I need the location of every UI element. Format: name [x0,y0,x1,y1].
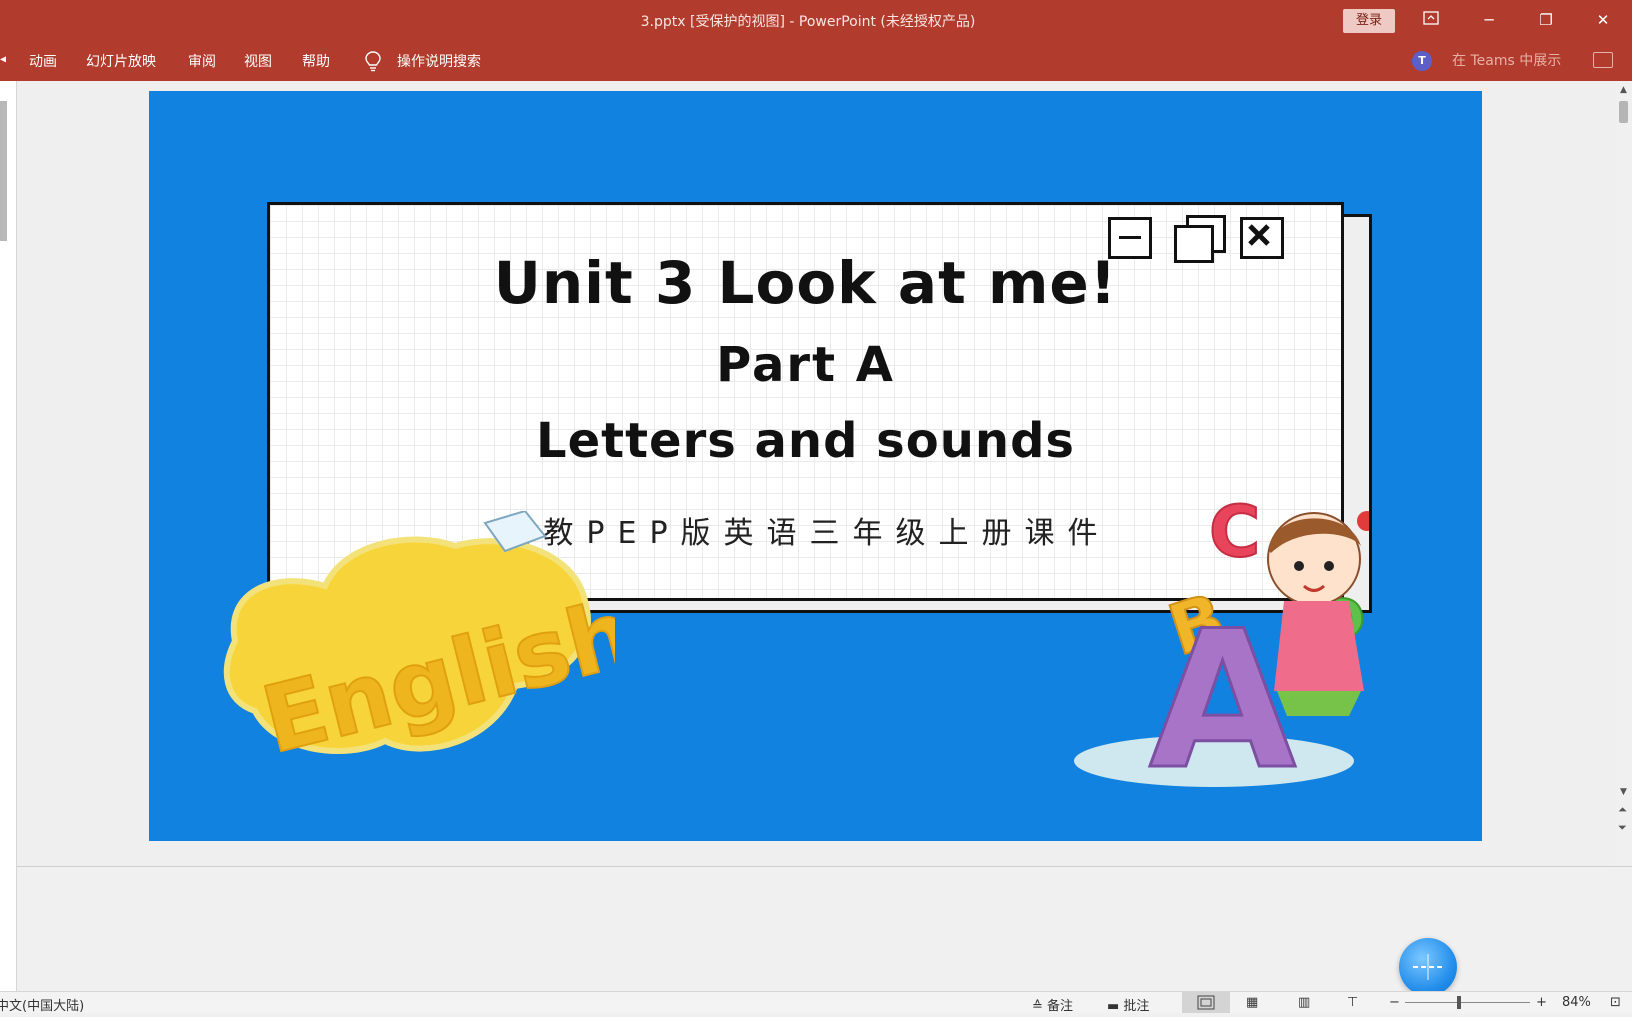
tab-slideshow[interactable]: 幻灯片放映 [86,51,156,71]
deco-restore-icon [1174,215,1226,263]
slide-subtitle: Letters and sounds [536,413,1075,469]
notes-toggle[interactable]: ≙ 备注 [1032,995,1073,1014]
fit-to-window-icon[interactable]: ⊡ [1610,995,1621,1010]
tell-me-search[interactable]: 操作说明搜索 [397,51,481,71]
minimize-button[interactable]: ─ [1466,0,1512,40]
restore-button[interactable]: ❐ [1523,0,1569,40]
scrollbar-thumb[interactable] [1619,101,1628,123]
title-bar: 3.pptx [受保护的视图] - PowerPoint (未经授权产品) 登录… [0,0,1632,40]
comments-toggle[interactable]: ▬ 批注 [1107,995,1149,1014]
slideshow-view-icon[interactable]: ⊤ [1347,995,1358,1010]
tab-animations[interactable]: 动画 [29,51,57,71]
scroll-down-icon[interactable]: ▼ [1620,787,1627,797]
zoom-in-button[interactable]: + [1536,995,1547,1010]
comment-icon[interactable] [1593,52,1613,68]
vertical-scrollbar[interactable]: ▲ ▼ ⏶ ⏷ [1615,81,1632,866]
floating-assistant-button[interactable] [1399,938,1457,996]
zoom-out-button[interactable]: − [1389,995,1400,1010]
tab-partial[interactable]: ◂ [0,51,6,67]
present-in-teams-button[interactable]: 在 Teams 中展示 [1452,50,1561,70]
tab-review[interactable]: 审阅 [188,51,216,71]
reading-view-icon[interactable]: ▥ [1298,995,1310,1010]
tab-view[interactable]: 视图 [244,51,272,71]
login-button[interactable]: 登录 [1343,9,1395,33]
ribbon-tabs: ◂ 动画 幻灯片放映 审阅 视图 帮助 操作说明搜索 T 在 Teams 中展示 [0,40,1632,81]
zoom-slider[interactable] [1405,996,1530,1009]
deco-close-icon [1240,217,1284,259]
tab-help[interactable]: 帮助 [302,51,330,71]
letter-a: A [1149,590,1296,791]
scroll-up-icon[interactable]: ▲ [1620,85,1627,95]
deco-minimize-icon [1108,217,1152,259]
previous-slide-icon[interactable]: ⏶ [1618,803,1627,817]
close-button[interactable]: ✕ [1580,0,1626,40]
abcd-girl-illustration: C B D A [1049,490,1377,813]
normal-view-button[interactable] [1182,992,1230,1013]
next-slide-icon[interactable]: ⏷ [1618,821,1627,835]
teams-icon[interactable]: T [1412,51,1432,71]
language-indicator[interactable]: 中文(中国大陆) [0,995,84,1014]
zoom-level[interactable]: 84% [1562,995,1591,1010]
status-bar: 中文(中国大陆) ≙ 备注 ▬ 批注 ▦ ▥ ⊤ − + 84% ⊡ [0,991,1632,1014]
notes-area[interactable] [17,866,1632,992]
english-logo: English [215,509,646,775]
thumbnail-rail [0,81,17,991]
rail-scrollbar-thumb[interactable] [0,101,7,241]
ribbon-display-icon[interactable] [1408,0,1454,40]
letter-c: C [1209,491,1260,573]
slide-part: Part A [716,337,895,393]
lightbulb-icon[interactable] [364,50,382,76]
slide-sorter-icon[interactable]: ▦ [1246,995,1258,1010]
zoom-slider-thumb[interactable] [1457,996,1461,1009]
slide[interactable]: Unit 3 Look at me! Part A Letters and so… [149,91,1482,841]
